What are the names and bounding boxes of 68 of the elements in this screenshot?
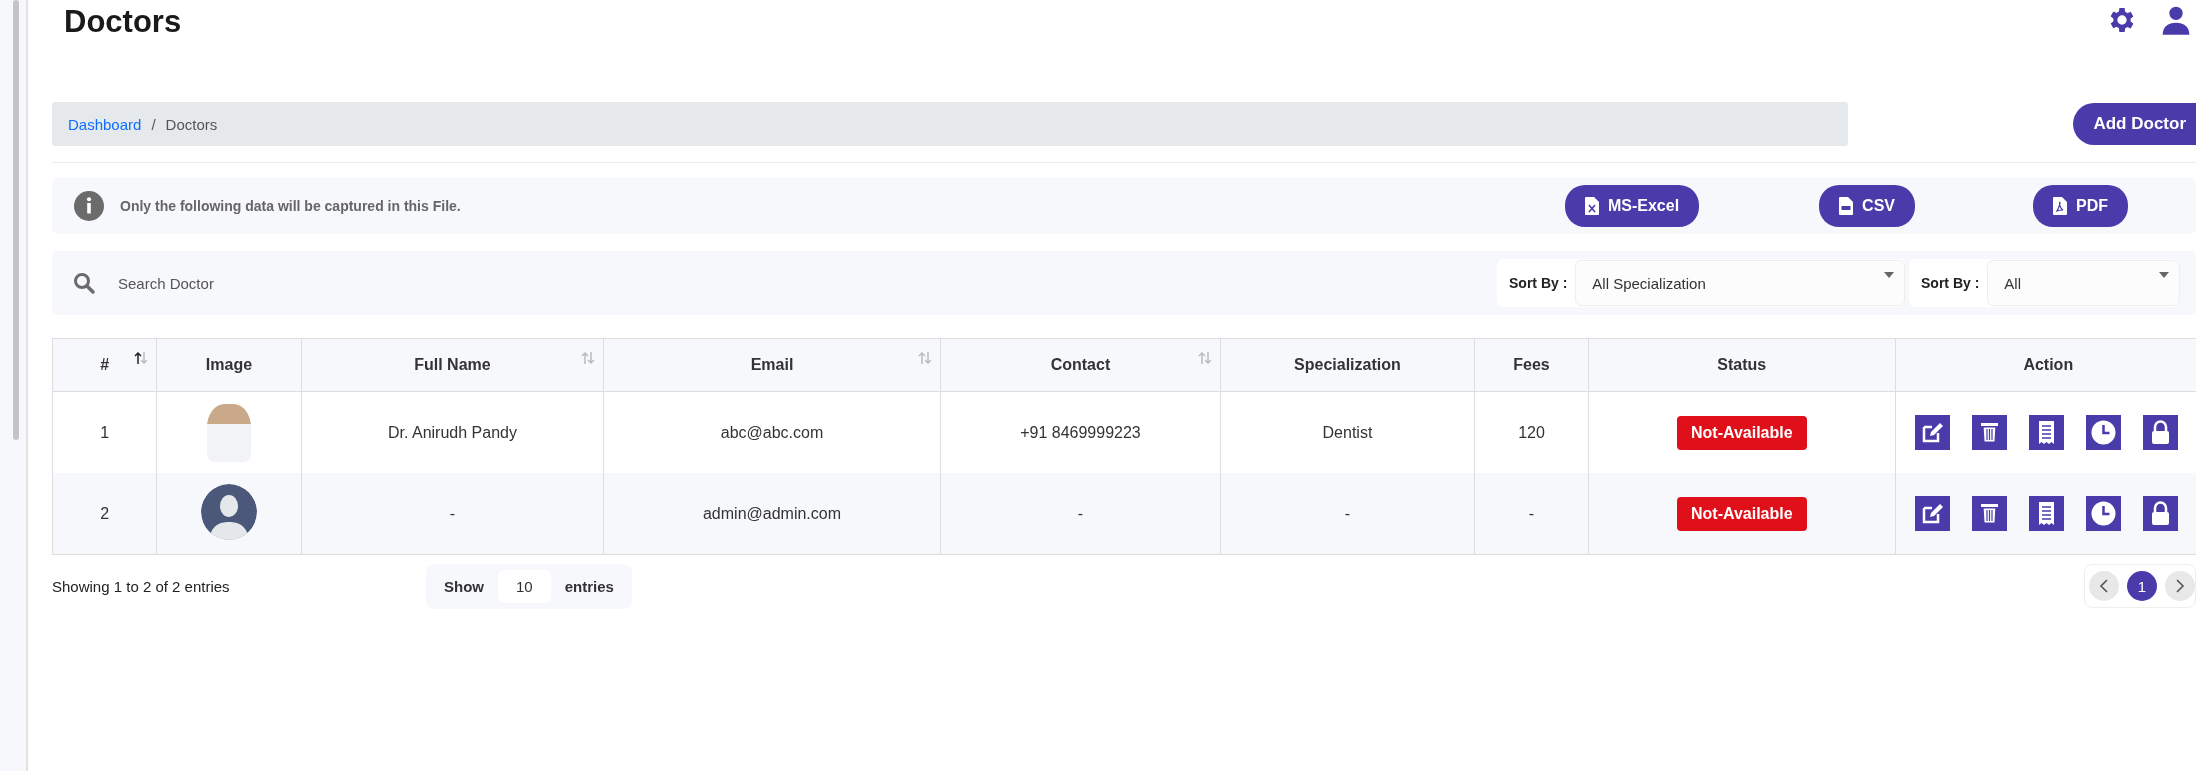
column-header[interactable]: Full Name bbox=[301, 338, 604, 392]
trash-icon[interactable] bbox=[1971, 415, 2007, 450]
receipt-icon[interactable] bbox=[2028, 415, 2064, 450]
search-field[interactable]: Search Doctor bbox=[116, 273, 620, 293]
table-cell: - bbox=[1528, 504, 1535, 522]
sort-icon bbox=[581, 351, 596, 365]
edit-icon[interactable] bbox=[1914, 415, 1950, 450]
page-title: Doctors bbox=[64, 4, 182, 40]
table-cell: +91 8469999223 bbox=[1020, 423, 1141, 441]
export-button[interactable]: MS-Excel bbox=[1564, 185, 1700, 227]
trash-icon[interactable] bbox=[1971, 496, 2007, 531]
status-badge: Not-Available bbox=[1677, 496, 1807, 531]
search-icon bbox=[72, 271, 96, 295]
table-cell: 2 bbox=[100, 504, 110, 522]
chevron-left-icon bbox=[2099, 579, 2109, 593]
chevron-right-icon bbox=[2175, 579, 2185, 593]
breadcrumb-current: Doctors bbox=[165, 115, 218, 133]
clock-icon[interactable] bbox=[2085, 496, 2121, 531]
photo-placeholder bbox=[206, 403, 251, 462]
export-button[interactable]: CSV bbox=[1819, 185, 1915, 227]
pdf-file-icon bbox=[2053, 197, 2067, 215]
sort-by-label: Sort By : bbox=[1509, 275, 1568, 291]
show-label: Show bbox=[444, 577, 484, 595]
avatar-icon bbox=[200, 483, 257, 540]
entries-summary: Showing 1 to 2 of 2 entries bbox=[52, 577, 231, 595]
csv-file-icon bbox=[1839, 197, 1854, 215]
table-cell: admin@admin.com bbox=[702, 504, 842, 522]
column-header: Image bbox=[156, 338, 302, 392]
column-header: Fees bbox=[1474, 338, 1589, 392]
table-cell: Dentist bbox=[1322, 423, 1373, 441]
page-button[interactable]: 1 bbox=[2127, 571, 2157, 601]
sort-dropdown[interactable]: All Specialization bbox=[1575, 260, 1905, 306]
column-header: Action bbox=[1895, 338, 2196, 392]
column-header: Specialization bbox=[1220, 338, 1475, 392]
export-button[interactable]: PDF bbox=[2033, 185, 2128, 227]
table-cell: - bbox=[1077, 504, 1084, 522]
entries-label: entries bbox=[564, 577, 614, 595]
breadcrumb-link[interactable]: Dashboard bbox=[68, 115, 142, 133]
lock-icon[interactable] bbox=[2142, 415, 2178, 450]
column-header: Status bbox=[1588, 338, 1896, 392]
sort-icon bbox=[1198, 351, 1212, 365]
excel-file-icon bbox=[1584, 197, 1599, 215]
edit-icon[interactable] bbox=[1914, 496, 1950, 531]
breadcrumb-separator: / bbox=[151, 115, 156, 133]
sort-by-label: Sort By : bbox=[1921, 275, 1980, 291]
table-cell: 1 bbox=[100, 423, 110, 441]
export-note: Only the following data will be captured in this File. bbox=[120, 198, 461, 214]
table-cell: - bbox=[449, 504, 456, 522]
column-header[interactable]: # bbox=[52, 338, 157, 392]
table-cell: 120 bbox=[1518, 423, 1545, 441]
table-cell: abc@abc.com bbox=[720, 423, 824, 441]
add-doctor-button[interactable]: Add Doctor bbox=[2073, 103, 2196, 145]
column-header[interactable]: Contact bbox=[940, 338, 1221, 392]
sort-icon bbox=[917, 351, 932, 365]
table-cell: Dr. Anirudh Pandy bbox=[387, 423, 517, 441]
table-cell: - bbox=[1344, 504, 1351, 522]
sort-icon bbox=[134, 351, 149, 365]
lock-icon[interactable] bbox=[2142, 496, 2178, 531]
info-icon bbox=[74, 191, 104, 221]
sort-dropdown[interactable]: All bbox=[1987, 260, 2180, 306]
previous-page-button[interactable] bbox=[2089, 571, 2119, 601]
status-badge: Not-Available bbox=[1677, 415, 1807, 450]
clock-icon[interactable] bbox=[2085, 415, 2121, 450]
page-size-field[interactable]: 10 bbox=[498, 569, 551, 603]
receipt-icon[interactable] bbox=[2028, 496, 2064, 531]
next-page-button[interactable] bbox=[2165, 571, 2195, 601]
user-icon[interactable] bbox=[2160, 4, 2192, 36]
column-header[interactable]: Email bbox=[603, 338, 941, 392]
